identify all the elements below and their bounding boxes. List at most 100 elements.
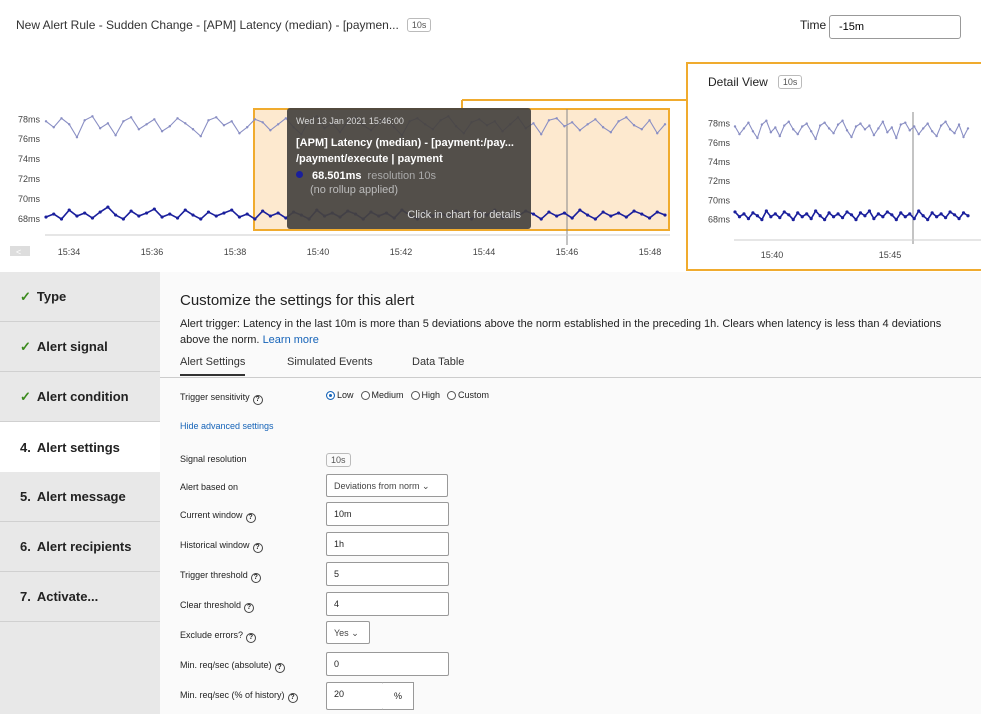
data-point	[742, 212, 746, 216]
tab-data-table[interactable]: Data Table	[412, 356, 464, 374]
data-point	[532, 122, 535, 125]
data-point	[935, 134, 938, 138]
data-point	[858, 211, 863, 215]
current-window-input[interactable]: 10m	[326, 502, 449, 526]
step-activate[interactable]: 7. Activate...	[0, 572, 160, 622]
data-point	[206, 210, 211, 214]
data-point	[555, 117, 558, 120]
alert-based-on-dropdown[interactable]: Deviations from norm ⌄	[326, 474, 448, 497]
data-point	[801, 125, 804, 128]
help-icon[interactable]: ?	[244, 603, 255, 613]
detail-chart[interactable]: 78ms 76ms 74ms 72ms 70ms 68ms 15:40 15:45	[688, 64, 981, 269]
data-point	[261, 209, 265, 213]
radio-high[interactable]: High	[410, 390, 440, 400]
help-icon[interactable]: ?	[287, 693, 298, 703]
min-req-percent-input[interactable]: 20	[326, 682, 384, 710]
clear-threshold-input[interactable]: 4	[326, 592, 449, 616]
data-point	[145, 123, 148, 126]
data-point	[809, 217, 813, 221]
step-alert-signal[interactable]: ✓ Alert signal	[0, 322, 160, 372]
data-point	[578, 208, 582, 212]
label-text: Trigger sensitivity	[180, 392, 250, 402]
data-point	[845, 129, 849, 132]
historical-window-label: Historical window?	[180, 540, 263, 553]
step-type[interactable]: ✓ Type	[0, 272, 160, 322]
dropdown-value: Deviations from norm	[334, 481, 420, 491]
help-icon[interactable]: ?	[246, 633, 257, 643]
data-point	[939, 124, 943, 127]
check-icon: ✓	[20, 388, 31, 404]
tooltip-value: 68.501ms	[312, 170, 362, 182]
help-icon[interactable]: ?	[250, 573, 261, 583]
time-label: Time	[800, 18, 827, 32]
step-alert-condition[interactable]: ✓ Alert condition	[0, 372, 160, 422]
data-point	[760, 123, 764, 126]
data-point	[912, 217, 916, 221]
data-point	[114, 213, 118, 217]
data-point	[624, 215, 628, 219]
data-point	[755, 214, 760, 218]
trigger-threshold-input[interactable]: 5	[326, 562, 449, 586]
step-number: 5.	[20, 489, 31, 504]
data-point	[903, 215, 907, 219]
radio-custom[interactable]: Custom	[447, 390, 489, 400]
data-point	[738, 132, 741, 136]
data-point	[774, 126, 777, 129]
radio-low[interactable]: Low	[326, 390, 354, 400]
tooltip-title: [APM] Latency (median) - [payment:/pay..…	[296, 135, 522, 167]
help-icon[interactable]: ?	[252, 543, 263, 553]
data-point	[756, 136, 759, 140]
step-label: Alert recipients	[36, 539, 132, 554]
x-tick-label: 15:42	[390, 247, 413, 257]
data-point	[867, 209, 872, 213]
data-point	[253, 217, 257, 221]
help-icon[interactable]: ?	[274, 663, 285, 673]
data-point	[59, 217, 64, 221]
page-title: Customize the settings for this alert	[180, 292, 415, 309]
historical-window-input[interactable]: 1h	[326, 532, 449, 556]
data-point	[191, 213, 195, 217]
data-point	[129, 209, 133, 213]
data-point	[805, 122, 808, 125]
hide-advanced-settings-link[interactable]: Hide advanced settings	[180, 421, 274, 431]
y-tick-label: 74ms	[708, 157, 731, 167]
data-point	[952, 213, 957, 217]
y-tick-label: 74ms	[18, 154, 41, 164]
data-point	[114, 134, 117, 137]
radio-icon	[447, 390, 457, 400]
radio-medium[interactable]: Medium	[360, 390, 404, 400]
tab-alert-settings[interactable]: Alert Settings	[180, 356, 246, 376]
data-point	[791, 218, 795, 222]
data-point	[562, 211, 567, 215]
detail-view-panel[interactable]: Detail View 10s 78ms 76ms 74ms 72ms 70ms 68ms …	[686, 62, 981, 271]
y-tick-label: 72ms	[708, 176, 731, 186]
min-req-absolute-input[interactable]: 0	[326, 652, 449, 676]
signal-resolution-label: Signal resolution	[180, 454, 247, 464]
sensitivity-radio-group: Low Medium High Custom	[326, 390, 489, 400]
exclude-errors-dropdown[interactable]: Yes ⌄	[326, 621, 370, 644]
step-number: 6.	[20, 539, 31, 554]
check-icon: ✓	[20, 288, 31, 304]
help-icon[interactable]: ?	[252, 395, 263, 405]
step-alert-settings[interactable]: 4. Alert settings	[0, 422, 160, 472]
data-point	[199, 217, 203, 221]
data-point	[742, 127, 746, 130]
help-icon[interactable]: ?	[245, 513, 256, 523]
step-alert-message[interactable]: 5. Alert message	[0, 472, 160, 522]
data-point	[137, 128, 141, 131]
check-icon: ✓	[20, 338, 31, 354]
clear-threshold-label: Clear threshold?	[180, 600, 255, 613]
data-point	[787, 213, 791, 217]
data-point	[586, 213, 590, 217]
wizard-steps: ✓ Type ✓ Alert signal ✓ Alert condition 4. A…	[0, 272, 160, 714]
data-point	[885, 210, 889, 214]
tab-simulated-events[interactable]: Simulated Events	[287, 356, 373, 374]
x-tick-label: 15:38	[224, 247, 247, 257]
step-alert-recipients[interactable]: 6. Alert recipients	[0, 522, 160, 572]
x-tick-label: 15:40	[761, 250, 784, 260]
learn-more-link[interactable]: Learn more	[263, 334, 319, 346]
data-point	[836, 212, 840, 216]
data-point	[106, 122, 110, 125]
time-range-input[interactable]	[829, 15, 961, 39]
data-point	[904, 121, 907, 124]
